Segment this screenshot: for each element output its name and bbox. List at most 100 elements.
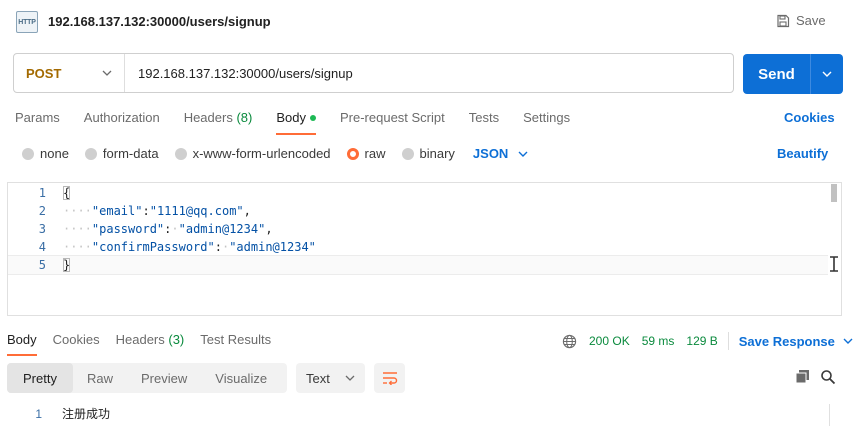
brace-close: } — [63, 258, 71, 272]
tab-authorization[interactable]: Authorization — [84, 110, 160, 125]
code-text: ····"confirmPassword":·"admin@1234" — [63, 238, 316, 256]
wrap-lines-icon — [382, 372, 397, 385]
body-indicator-dot — [309, 114, 316, 121]
line-number: 4 — [38, 240, 46, 254]
search-icon[interactable] — [820, 369, 836, 385]
copy-icon[interactable] — [795, 369, 811, 385]
whitespace-marker: ···· — [63, 240, 92, 254]
request-body-editor[interactable]: 1 { 2 ····"email":"1111@qq.com", 3 ····"… — [7, 182, 842, 316]
radio-raw[interactable]: raw — [346, 146, 386, 161]
view-mode-segmented: Pretty Raw Preview Visualize — [7, 363, 287, 393]
save-button[interactable]: Save — [776, 13, 826, 28]
line-number: 1 — [38, 186, 46, 200]
radio-circle — [174, 147, 187, 160]
tab-body[interactable]: Body — [276, 110, 316, 135]
tab-tests[interactable]: Tests — [469, 110, 499, 125]
response-tab-headers[interactable]: Headers (3) — [116, 332, 185, 347]
response-tab-body[interactable]: Body — [7, 332, 37, 356]
body-type-selector: none form-data x-www-form-urlencoded raw… — [22, 146, 528, 161]
response-format-label: Text — [306, 370, 330, 386]
send-button-group: Send — [743, 54, 843, 94]
url-input[interactable]: 192.168.137.132:30000/users/signup — [125, 66, 353, 81]
editor-scrollbar[interactable] — [831, 184, 837, 202]
response-line: 1 注册成功 — [0, 405, 830, 423]
request-tabs: Params Authorization Headers (8) Body Pr… — [15, 110, 594, 135]
radio-raw-label: raw — [364, 146, 386, 161]
code-text: ····"email":"1111@qq.com", — [63, 202, 251, 220]
code-text: { — [63, 184, 70, 202]
save-response-label: Save Response — [738, 333, 835, 349]
chevron-down-icon — [822, 71, 832, 77]
globe-icon[interactable] — [562, 334, 577, 349]
tab-pre-request-script[interactable]: Pre-request Script — [340, 110, 445, 125]
response-tab-headers-label: Headers — [115, 332, 165, 347]
response-status-bar: 200 OK 59 ms 129 B Save Response — [562, 332, 853, 350]
response-scrollbar[interactable] — [829, 404, 830, 426]
wrap-lines-button[interactable] — [374, 363, 405, 393]
brace-open: { — [63, 186, 71, 200]
radio-urlencoded[interactable]: x-www-form-urlencoded — [174, 146, 331, 161]
editor-line: 1 { — [8, 184, 828, 202]
radio-binary-label: binary — [419, 146, 455, 161]
view-pretty[interactable]: Pretty — [7, 363, 73, 393]
chevron-down-icon — [843, 338, 853, 344]
view-raw[interactable]: Raw — [73, 363, 127, 393]
cookies-link[interactable]: Cookies — [784, 110, 835, 125]
json-key: "confirmPassword" — [91, 240, 215, 254]
tab-headers-count: (8) — [236, 110, 253, 125]
whitespace-marker: · — [171, 222, 179, 236]
status-code[interactable]: 200 OK — [589, 334, 630, 348]
radio-none[interactable]: none — [22, 146, 69, 161]
radio-circle — [401, 147, 414, 160]
method-label: POST — [26, 65, 62, 81]
radio-form-data[interactable]: form-data — [84, 146, 159, 161]
line-number: 2 — [38, 204, 46, 218]
json-key: "password" — [91, 222, 165, 236]
line-number: 1 — [35, 407, 42, 421]
radio-circle-selected — [346, 147, 359, 160]
radio-circle — [84, 147, 97, 160]
response-tab-test-results[interactable]: Test Results — [200, 332, 271, 347]
chevron-down-icon — [102, 70, 112, 76]
editor-line: 3 ····"password":·"admin@1234", — [8, 220, 828, 238]
format-select[interactable]: JSON — [473, 146, 528, 161]
radio-urlencoded-label: x-www-form-urlencoded — [192, 146, 331, 161]
json-comma: , — [265, 222, 273, 236]
response-tab-cookies[interactable]: Cookies — [53, 332, 100, 347]
http-request-icon: HTTP — [16, 11, 38, 33]
save-label: Save — [796, 13, 826, 28]
response-body-text: 注册成功 — [62, 407, 111, 421]
text-cursor-icon — [830, 256, 838, 272]
code-text: ····"password":·"admin@1234", — [63, 220, 273, 238]
whitespace-marker: ···· — [63, 222, 92, 236]
method-select[interactable]: POST — [14, 54, 125, 92]
send-options-button[interactable] — [811, 54, 843, 94]
tab-params[interactable]: Params — [15, 110, 60, 125]
url-bar: POST 192.168.137.132:30000/users/signup — [13, 53, 734, 93]
tab-headers[interactable]: Headers (8) — [184, 110, 253, 125]
response-format-select[interactable]: Text — [296, 363, 365, 393]
view-preview[interactable]: Preview — [127, 363, 201, 393]
code-text: } — [63, 256, 70, 274]
response-tab-headers-count: (3) — [168, 332, 185, 347]
radio-circle — [22, 147, 34, 160]
view-visualize[interactable]: Visualize — [201, 363, 281, 393]
divider — [727, 332, 729, 350]
whitespace-marker: ···· — [63, 204, 92, 218]
json-key: "email" — [91, 204, 143, 218]
chevron-down-icon — [518, 151, 528, 157]
editor-line: 2 ····"email":"1111@qq.com", — [8, 202, 828, 220]
save-icon — [777, 14, 790, 27]
response-size[interactable]: 129 B — [686, 334, 717, 348]
format-label: JSON — [472, 146, 509, 161]
save-response-button[interactable]: Save Response — [739, 334, 853, 349]
request-title[interactable]: 192.168.137.132:30000/users/signup — [48, 14, 271, 29]
response-time[interactable]: 59 ms — [642, 334, 675, 348]
radio-form-data-label: form-data — [102, 146, 159, 161]
tab-headers-label: Headers — [183, 110, 233, 125]
radio-binary[interactable]: binary — [401, 146, 455, 161]
beautify-link[interactable]: Beautify — [777, 146, 828, 161]
chevron-down-icon — [345, 375, 355, 381]
tab-settings[interactable]: Settings — [523, 110, 570, 125]
send-button[interactable]: Send — [743, 54, 811, 94]
